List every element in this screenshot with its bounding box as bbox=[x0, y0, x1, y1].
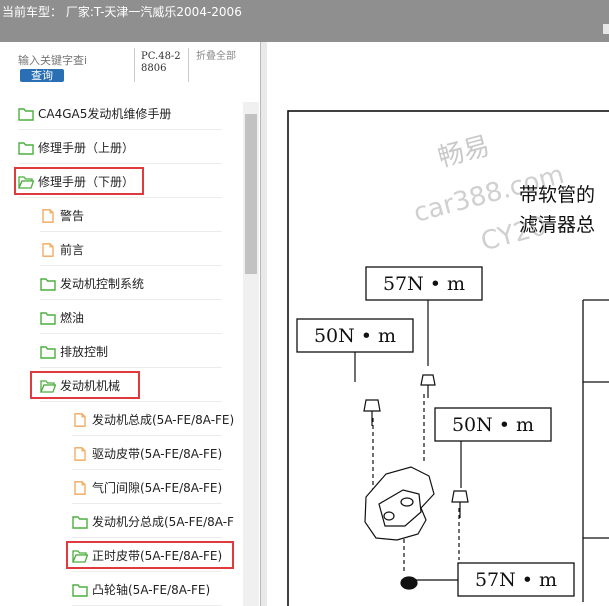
highlight-box bbox=[30, 371, 140, 399]
tree-item[interactable]: 修理手册（下册） bbox=[14, 164, 222, 198]
divider bbox=[188, 48, 189, 82]
tree-item[interactable]: 气门间隙(5A-FE/8A-FE) bbox=[72, 470, 222, 504]
tree-item[interactable]: 修理手册（上册） bbox=[18, 130, 222, 164]
tree-item-label: 排放控制 bbox=[60, 345, 109, 359]
folder-icon bbox=[72, 514, 88, 529]
divider bbox=[134, 48, 135, 82]
tree-item[interactable]: 驱动皮带(5A-FE/8A-FE) bbox=[72, 436, 222, 470]
tree-item-label: 驱动皮带(5A-FE/8A-FE) bbox=[92, 447, 223, 461]
search-input[interactable] bbox=[18, 53, 106, 67]
heading-line2: 滤清器总 bbox=[519, 214, 595, 236]
window-edge-control[interactable] bbox=[603, 24, 609, 34]
tree-item-label: 发动机分总成(5A-FE/8A-F bbox=[92, 515, 234, 529]
tree-item[interactable]: 燃油 bbox=[40, 300, 222, 334]
folder-icon bbox=[72, 582, 88, 597]
tree-item-label: 气门间隙(5A-FE/8A-FE) bbox=[92, 481, 223, 495]
tree-item[interactable]: 发动机总成(5A-FE/8A-FE) bbox=[72, 402, 234, 436]
document-viewer: 畅易 car388.com CY20 带软管的 滤清器总 57N • m 50N… bbox=[261, 42, 609, 606]
collapse-all-button[interactable]: 折叠全部 bbox=[196, 51, 238, 63]
folder-icon bbox=[40, 310, 56, 325]
tree-item[interactable]: 前言 bbox=[40, 232, 222, 266]
torque-label-1: 57N • m bbox=[383, 273, 465, 295]
tree-item-label: 前言 bbox=[60, 243, 85, 257]
heading-line1: 带软管的 bbox=[519, 184, 595, 206]
torque-label-2: 50N • m bbox=[314, 325, 396, 347]
tree-item[interactable]: 发动机控制系统 bbox=[40, 266, 222, 300]
document-page: 畅易 car388.com CY20 带软管的 滤清器总 57N • m 50N… bbox=[287, 110, 609, 606]
highlight-box bbox=[14, 167, 144, 195]
document-icon bbox=[40, 208, 56, 223]
watermark-line1: 畅易 bbox=[435, 131, 493, 173]
tree-item[interactable]: 排放控制 bbox=[40, 334, 222, 368]
document-icon bbox=[72, 480, 88, 495]
tree-item-label: 修理手册（上册） bbox=[38, 141, 135, 155]
title-bar-text: 当前车型： 厂家:T-天津一汽威乐2004-2006 bbox=[2, 5, 242, 19]
document-icon bbox=[72, 446, 88, 461]
tree-item[interactable]: 发动机机械 bbox=[30, 368, 222, 402]
search-area: 查询 PC.48-28806 折叠全部 bbox=[0, 42, 242, 92]
search-button[interactable]: 查询 bbox=[20, 69, 64, 82]
tree-item[interactable]: 警告 bbox=[40, 198, 222, 232]
highlight-box bbox=[66, 541, 234, 569]
tree-item[interactable]: 发动机分总成(5A-FE/8A-F bbox=[72, 504, 234, 538]
tree-item-label: 凸轮轴(5A-FE/8A-FE) bbox=[92, 583, 211, 597]
tree-item-label: 燃油 bbox=[60, 311, 85, 325]
folder-icon bbox=[18, 140, 34, 155]
tree-item-label: 发动机控制系统 bbox=[60, 277, 145, 291]
torque-label-4: 57N • m bbox=[475, 569, 557, 591]
torque-label-3: 50N • m bbox=[452, 414, 534, 436]
folder-icon bbox=[40, 344, 56, 359]
document-icon bbox=[40, 242, 56, 257]
scrollbar-thumb[interactable] bbox=[245, 114, 257, 274]
tree-item-label: CA4GA5发动机维修手册 bbox=[38, 107, 172, 121]
pc-code-label: PC.48-28806 bbox=[141, 51, 181, 74]
tree-item[interactable]: 凸轮轴(5A-FE/8A-FE) bbox=[72, 572, 222, 606]
document-icon bbox=[72, 412, 88, 427]
tree-item-label: 警告 bbox=[60, 209, 85, 223]
title-bar: 当前车型： 厂家:T-天津一汽威乐2004-2006 bbox=[0, 0, 609, 42]
tree-item-label: 发动机总成(5A-FE/8A-FE) bbox=[92, 413, 235, 427]
tree-item[interactable]: CA4GA5发动机维修手册 bbox=[18, 96, 222, 130]
tree-item[interactable]: 正时皮带(5A-FE/8A-FE) bbox=[66, 538, 234, 572]
folder-icon bbox=[18, 106, 34, 121]
folder-icon bbox=[40, 276, 56, 291]
sidebar: 查询 PC.48-28806 折叠全部 CA4GA5发动机维修手册修理手册（上册… bbox=[0, 42, 261, 606]
